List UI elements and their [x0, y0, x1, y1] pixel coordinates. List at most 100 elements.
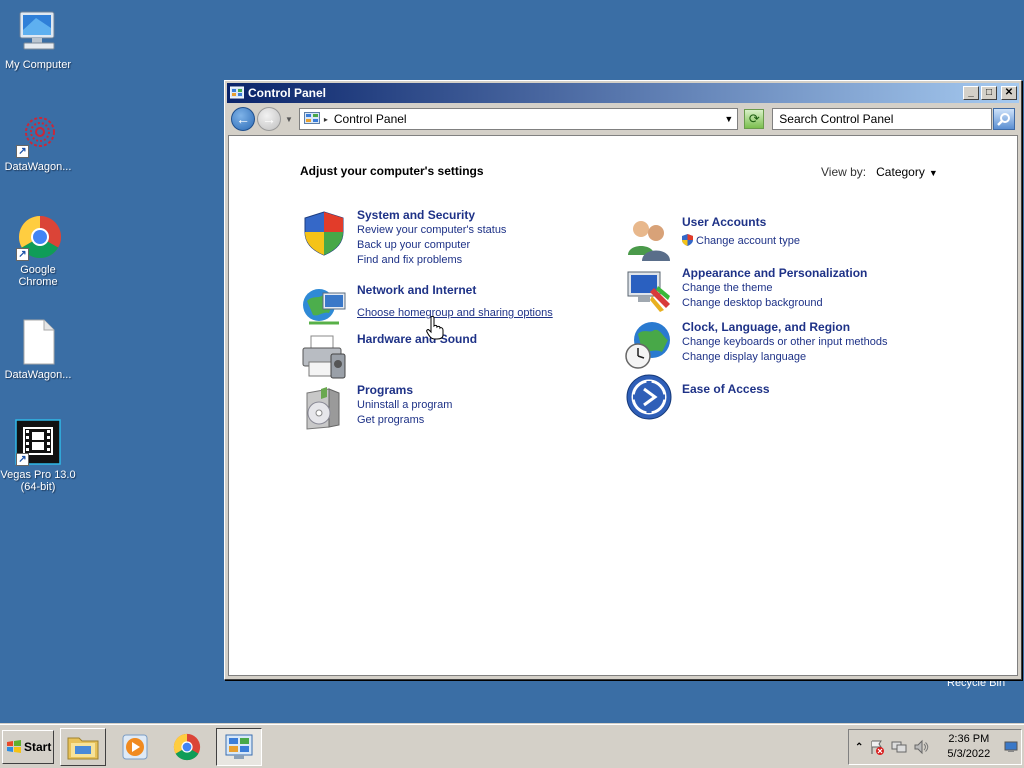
clock-language-link[interactable]: Clock, Language, and Region: [682, 320, 887, 334]
datawagon-logo-icon: ↗: [14, 110, 62, 158]
title-bar[interactable]: Control Panel _ □ ✕: [227, 83, 1019, 103]
category-ease-of-access: Ease of Access: [624, 372, 770, 422]
taskbar-control-panel[interactable]: [216, 727, 262, 766]
windows-logo-icon: [7, 739, 21, 753]
category-appearance: Appearance and Personalization Change th…: [624, 266, 867, 316]
start-button[interactable]: Start: [2, 729, 54, 764]
show-hidden-icons-button[interactable]: ⌃: [855, 742, 863, 753]
system-security-link[interactable]: System and Security: [357, 208, 506, 222]
homegroup-sharing-link[interactable]: Choose homegroup and sharing options: [357, 306, 553, 321]
chevron-down-icon[interactable]: ▼: [724, 114, 733, 124]
printer-icon[interactable]: [299, 332, 349, 382]
chrome-icon: ↗: [14, 213, 62, 261]
shield-icon[interactable]: [299, 208, 349, 258]
taskbar-explorer[interactable]: [60, 727, 106, 766]
view-by-control[interactable]: View by: Category ▼: [821, 165, 938, 179]
category-programs: Programs Uninstall a program Get program…: [299, 383, 452, 433]
hand-cursor-icon: [426, 316, 444, 340]
taskbar: Start ⌃ 2:36 PM 5/3/2022: [0, 724, 1024, 768]
search-button[interactable]: [993, 108, 1015, 130]
breadcrumb-chevron-icon[interactable]: ▸: [324, 115, 328, 124]
chevron-down-icon: ▼: [928, 168, 938, 178]
desktop-icon-chrome[interactable]: ↗ Google Chrome: [0, 213, 76, 288]
desktop-icon-datawagon-1[interactable]: ↗ DataWagon...: [0, 110, 76, 173]
recent-pages-dropdown[interactable]: ▼: [285, 115, 293, 124]
programs-icon[interactable]: [299, 383, 349, 433]
monitor-paint-icon[interactable]: [624, 266, 674, 316]
minimize-button[interactable]: _: [963, 86, 979, 100]
vegas-pro-icon: ↗: [14, 418, 62, 466]
uninstall-program-link[interactable]: Uninstall a program: [357, 398, 452, 413]
desktop-icon-my-computer[interactable]: My Computer: [0, 8, 76, 71]
clock-time: 2:36 PM: [948, 733, 990, 745]
navigation-bar: ← → ▼ ▸ Control Panel ▼ ⟳ Search Control…: [227, 105, 1019, 133]
address-bar[interactable]: ▸ Control Panel ▼: [298, 108, 739, 130]
category-clock-language: Clock, Language, and Region Change keybo…: [624, 320, 887, 370]
uac-shield-icon: [682, 234, 693, 246]
shortcut-arrow-icon: ↗: [16, 145, 29, 158]
change-display-language-link[interactable]: Change display language: [682, 350, 887, 365]
computer-icon: [14, 8, 62, 56]
close-button[interactable]: ✕: [1001, 86, 1017, 100]
media-player-icon: [122, 734, 148, 759]
taskbar-chrome[interactable]: [164, 728, 210, 766]
control-panel-window: Control Panel _ □ ✕ ← → ▼ ▸ Control Pane…: [224, 80, 1022, 680]
find-fix-problems-link[interactable]: Find and fix problems: [357, 253, 506, 268]
desktop-icon-label: Google Chrome: [18, 264, 58, 288]
maximize-button[interactable]: □: [981, 86, 997, 100]
desktop-icon-label: DataWagon...: [4, 161, 72, 173]
user-accounts-link[interactable]: User Accounts: [682, 215, 800, 229]
clock-globe-icon[interactable]: [624, 320, 674, 370]
show-desktop-icon[interactable]: [1004, 741, 1018, 753]
ease-of-access-icon[interactable]: [624, 372, 674, 422]
get-programs-link[interactable]: Get programs: [357, 413, 452, 428]
control-panel-icon: [225, 734, 253, 759]
change-theme-link[interactable]: Change the theme: [682, 281, 867, 296]
system-tray: ⌃ 2:36 PM 5/3/2022: [848, 729, 1022, 765]
desktop-icon-label: DataWagon...: [4, 369, 72, 381]
clock[interactable]: 2:36 PM 5/3/2022: [947, 732, 990, 762]
start-label: Start: [24, 739, 52, 754]
desktop-icon-label: My Computer: [4, 59, 72, 71]
category-system-security: System and Security Review your computer…: [299, 208, 506, 268]
appearance-link[interactable]: Appearance and Personalization: [682, 266, 867, 280]
search-input[interactable]: Search Control Panel: [772, 108, 993, 130]
network-internet-link[interactable]: Network and Internet: [357, 283, 553, 297]
hardware-sound-link[interactable]: Hardware and Sound: [357, 332, 477, 346]
page-title: Adjust your computer's settings: [300, 164, 484, 178]
programs-link[interactable]: Programs: [357, 383, 452, 397]
users-icon[interactable]: [624, 215, 674, 265]
change-background-link[interactable]: Change desktop background: [682, 296, 867, 311]
taskbar-media-player[interactable]: [112, 728, 158, 766]
ease-of-access-link[interactable]: Ease of Access: [682, 382, 770, 396]
search-icon: [997, 113, 1011, 126]
control-panel-icon: [230, 86, 244, 99]
view-by-dropdown[interactable]: Category ▼: [876, 165, 938, 179]
volume-icon[interactable]: [913, 739, 929, 755]
network-icon[interactable]: [891, 739, 907, 755]
category-user-accounts: User Accounts Change account type: [624, 215, 800, 265]
forward-button[interactable]: →: [256, 107, 281, 131]
breadcrumb[interactable]: Control Panel: [334, 112, 725, 126]
control-panel-icon: [303, 112, 320, 124]
content-area: Adjust your computer's settings View by:…: [228, 135, 1018, 676]
network-globe-icon[interactable]: [299, 283, 349, 333]
document-icon: [14, 318, 62, 366]
view-by-label: View by:: [821, 165, 867, 179]
change-keyboards-link[interactable]: Change keyboards or other input methods: [682, 335, 887, 350]
desktop-icon-label: Vegas Pro 13.0 (64-bit): [0, 469, 76, 493]
category-hardware-sound: Hardware and Sound: [299, 332, 477, 382]
action-center-flag-icon[interactable]: [869, 739, 885, 755]
review-status-link[interactable]: Review your computer's status: [357, 223, 506, 238]
desktop-icon-vegas-pro[interactable]: ↗ Vegas Pro 13.0 (64-bit): [0, 418, 76, 493]
folder-icon: [67, 737, 99, 759]
back-button[interactable]: ←: [231, 107, 255, 131]
clock-date: 5/3/2022: [947, 748, 991, 760]
backup-link[interactable]: Back up your computer: [357, 238, 506, 253]
shortcut-arrow-icon: ↗: [16, 248, 29, 261]
desktop-icon-datawagon-2[interactable]: DataWagon...: [0, 318, 76, 381]
refresh-button[interactable]: ⟳: [744, 109, 765, 129]
chrome-icon: [173, 733, 201, 760]
shortcut-arrow-icon: ↗: [16, 453, 29, 466]
change-account-type-link[interactable]: Change account type: [682, 234, 800, 249]
